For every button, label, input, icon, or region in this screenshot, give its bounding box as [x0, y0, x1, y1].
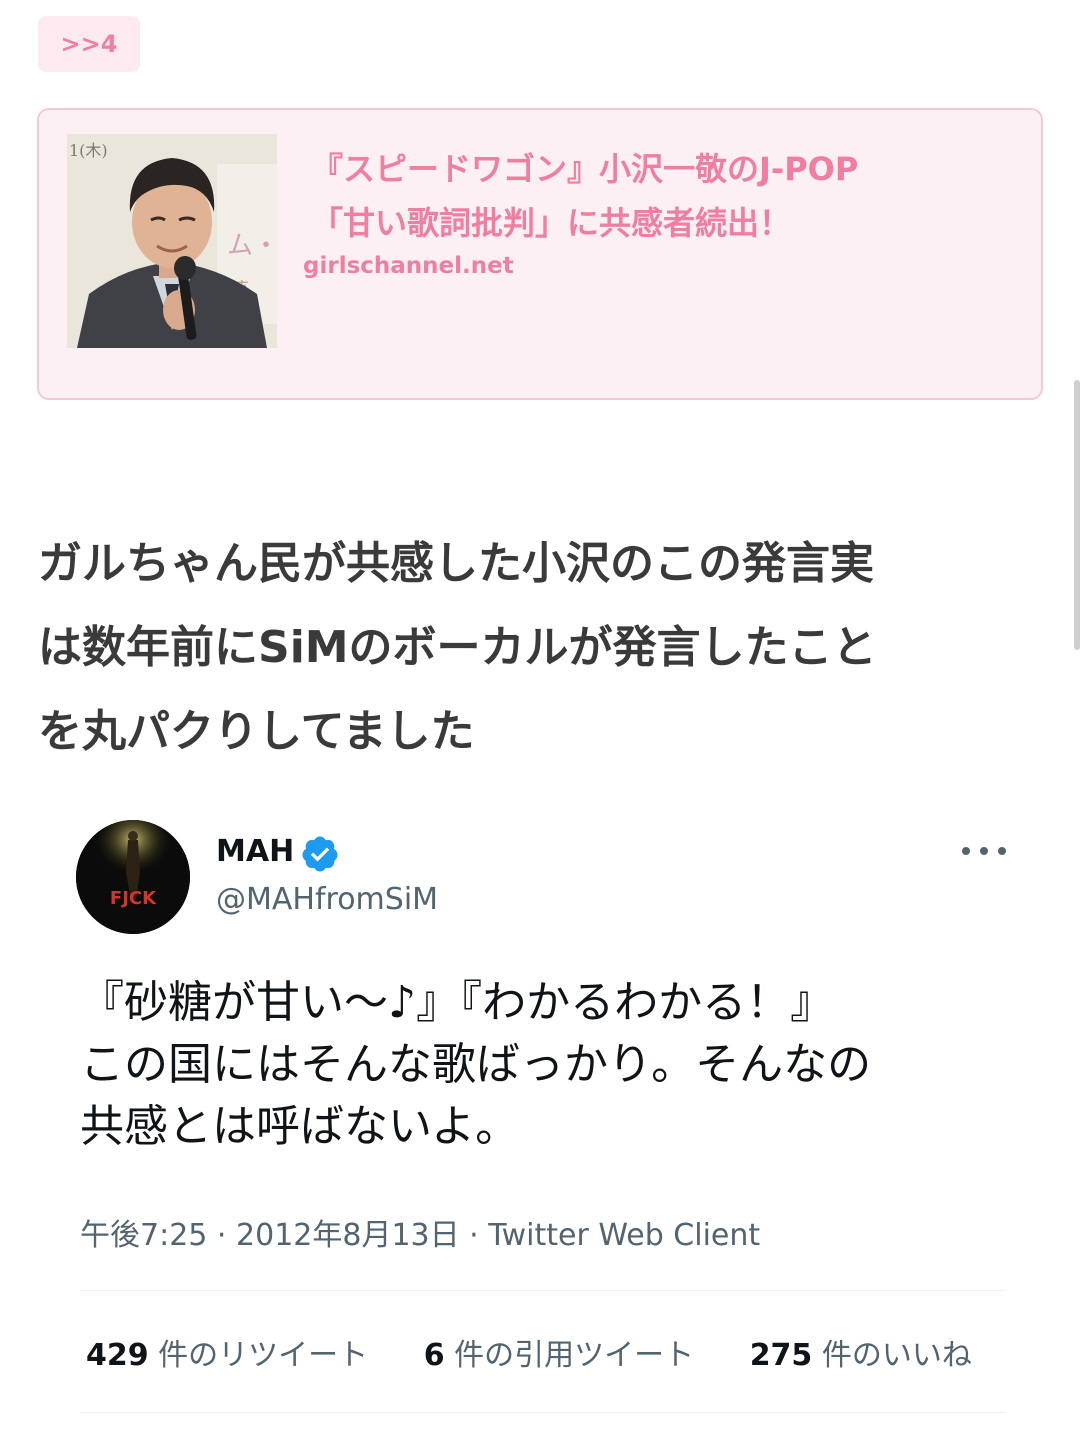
comment-line: を丸パクりしてました — [38, 706, 475, 757]
tweet-author-handle[interactable]: @MAHfromSiM — [216, 882, 438, 917]
link-preview-card[interactable]: ム・ 夢 1(木) 『スピードワゴン』小沢一敬のJ-POP 「甘い歌詞批判」に共… — [37, 108, 1043, 400]
scrollbar[interactable] — [1074, 380, 1080, 650]
tweet-client-link[interactable]: Twitter Web Client — [488, 1218, 760, 1253]
like-count: 275 — [749, 1338, 813, 1373]
article-title: 『スピードワゴン』小沢一敬のJ-POP 「甘い歌詞批判」に共感者続出！ — [311, 142, 991, 250]
verified-badge-icon — [302, 836, 338, 872]
tweet-text-line: この国にはそんな歌ばっかり。そんなの — [80, 1039, 872, 1090]
reply-anchor-link[interactable]: >>4 — [38, 16, 140, 72]
quote-count: 6 — [423, 1338, 445, 1373]
quote-count-link[interactable]: 6 件の引用ツイート — [424, 1330, 694, 1374]
article-title-line: 「甘い歌詞批判」に共感者続出！ — [311, 204, 792, 242]
comment-line: ガルちゃん民が共感した小沢のこの発言実 — [38, 538, 874, 589]
article-title-line: 『スピードワゴン』小沢一敬のJ-POP — [311, 150, 859, 188]
like-label: 件のいいね — [821, 1338, 972, 1373]
svg-text:ム・: ム・ — [227, 231, 277, 261]
tweet-date[interactable]: 2012年8月13日 — [236, 1218, 460, 1253]
avatar[interactable]: FJCK — [76, 820, 190, 934]
meta-separator: · — [216, 1218, 227, 1253]
more-horizontal-icon[interactable] — [962, 836, 1006, 866]
meta-separator: · — [469, 1218, 479, 1253]
avatar-text: FJCK — [110, 888, 157, 909]
thumbnail-caption: 1(木) — [69, 141, 108, 160]
divider — [80, 1412, 1006, 1413]
retweet-label: 件のリツイート — [158, 1338, 369, 1373]
tweet-text-line: 『砂糖が甘い〜♪』『わかるわかる！』 — [80, 977, 835, 1028]
retweet-count-link[interactable]: 429 件のリツイート — [86, 1330, 368, 1374]
tweet-text-line: 共感とは呼ばないよ。 — [80, 1101, 520, 1152]
tweet-stats: 429 件のリツイート 6 件の引用ツイート 275 件のいいね — [86, 1330, 1006, 1374]
article-domain: girlschannel.net — [303, 253, 514, 279]
embedded-tweet: FJCK MAH @MAHfromSiM 『砂糖が甘い〜♪』『わかるわかる！』 … — [0, 800, 1080, 1446]
tweet-time[interactable]: 午後7:25 — [80, 1218, 207, 1253]
tweet-author-name[interactable]: MAH — [216, 834, 294, 869]
retweet-count: 429 — [86, 1338, 149, 1373]
quote-label: 件の引用ツイート — [454, 1338, 695, 1373]
divider — [80, 1290, 1006, 1291]
like-count-link[interactable]: 275 件のいいね — [750, 1330, 972, 1374]
comment-body: ガルちゃん民が共感した小沢のこの発言実 は数年前にSiMのボーカルが発言したこと… — [38, 522, 1038, 774]
comment-line: は数年前にSiMのボーカルが発言したこと — [38, 622, 877, 673]
article-thumbnail: ム・ 夢 1(木) — [67, 134, 277, 348]
tweet-meta: 午後7:25 · 2012年8月13日 · Twitter Web Client — [80, 1210, 760, 1254]
tweet-text: 『砂糖が甘い〜♪』『わかるわかる！』 この国にはそんな歌ばっかり。そんなの 共感… — [80, 972, 1040, 1158]
